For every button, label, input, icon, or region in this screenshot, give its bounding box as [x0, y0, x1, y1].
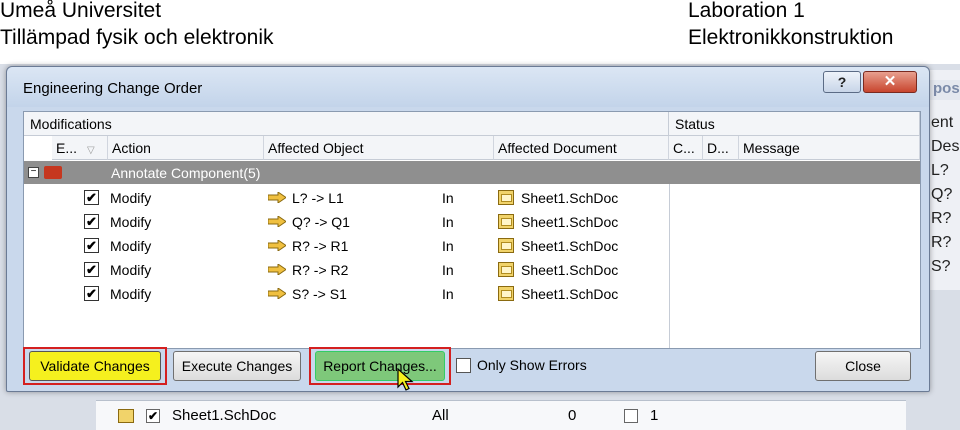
schematic-document-icon [498, 214, 514, 229]
folder-icon [44, 166, 62, 179]
affected-document-cell: Sheet1.SchDoc [521, 262, 619, 278]
background-panel-header: pos [929, 80, 960, 100]
enable-checkbox[interactable]: ✔ [84, 286, 99, 301]
action-cell: Modify [110, 238, 152, 254]
schematic-document-icon [498, 190, 514, 205]
in-label: In [442, 214, 454, 230]
group-header-status: Status [669, 112, 920, 136]
in-label: In [442, 238, 454, 254]
only-show-errors-label[interactable]: Only Show Errors [477, 357, 587, 373]
component-arrow-icon [268, 192, 286, 203]
header-department: Tillämpad fysik och elektronik [0, 26, 274, 49]
header-course: Elektronikkonstruktion [688, 26, 894, 49]
background-count: 0 [568, 407, 577, 424]
validate-changes-button[interactable]: Validate Changes [29, 351, 161, 381]
background-list-item: S? [931, 258, 951, 275]
enable-checkbox[interactable]: ✔ [84, 238, 99, 253]
affected-document-cell: Sheet1.SchDoc [521, 214, 619, 230]
action-cell: Modify [110, 286, 152, 302]
column-header-message[interactable]: Message [739, 136, 920, 160]
background-side-panel: pos ent Desi L? Q? R? R? S? [928, 70, 960, 290]
enable-checkbox[interactable]: ✔ [84, 262, 99, 277]
change-list-panel: Modifications Status E... ▽ Action Affect… [23, 111, 921, 349]
affected-object-cell: Q? -> Q1 [292, 214, 350, 230]
schematic-document-icon [498, 286, 514, 301]
help-button[interactable]: ? [823, 71, 861, 93]
column-header-action[interactable]: Action [108, 136, 264, 160]
in-label: In [442, 190, 454, 206]
report-changes-button[interactable]: Report Changes... [315, 351, 445, 381]
table-row[interactable]: ✔ Modify Q? -> Q1 In Sheet1.SchDoc [24, 210, 920, 234]
table-row[interactable]: ✔ Modify S? -> S1 In Sheet1.SchDoc [24, 282, 920, 306]
collapse-icon[interactable]: − [28, 167, 39, 178]
schematic-document-icon [498, 262, 514, 277]
group-row-label: Annotate Component(5) [111, 165, 261, 181]
background-value: 1 [650, 407, 659, 424]
background-list-item: R? [931, 210, 952, 227]
table-row[interactable]: ✔ Modify L? -> L1 In Sheet1.SchDoc [24, 186, 920, 210]
background-scope: All [432, 407, 449, 424]
sort-icon: ▽ [87, 145, 95, 156]
background-list-item: R? [931, 234, 952, 251]
affected-object-cell: S? -> S1 [292, 286, 347, 302]
document-icon [118, 409, 134, 423]
in-label: In [442, 262, 454, 278]
affected-document-cell: Sheet1.SchDoc [521, 286, 619, 302]
column-header-done[interactable]: D... [703, 136, 739, 160]
header-lab: Laboration 1 [688, 0, 805, 22]
action-cell: Modify [110, 190, 152, 206]
header-university: Umeå Universitet [0, 0, 162, 22]
group-header-modifications: Modifications [24, 112, 669, 136]
dialog-title: Engineering Change Order [23, 80, 203, 97]
column-header-affected-document[interactable]: Affected Document [494, 136, 669, 160]
column-label: E... [56, 140, 78, 156]
column-header-affected-object[interactable]: Affected Object [264, 136, 494, 160]
background-table-row: ✔ Sheet1.SchDoc All 0 1 [96, 400, 906, 430]
affected-document-cell: Sheet1.SchDoc [521, 238, 619, 254]
action-cell: Modify [110, 214, 152, 230]
action-cell: Modify [110, 262, 152, 278]
background-col-header: ent [931, 114, 954, 131]
engineering-change-order-dialog: Engineering Change Order ? ✕ Modificatio… [6, 66, 930, 392]
affected-object-cell: R? -> R1 [292, 238, 349, 254]
dialog-titlebar[interactable]: Engineering Change Order ? ✕ [7, 67, 929, 107]
close-button[interactable]: Close [815, 351, 911, 381]
component-arrow-icon [268, 264, 286, 275]
component-arrow-icon [268, 288, 286, 299]
in-label: In [442, 286, 454, 302]
table-row[interactable]: ✔ Modify R? -> R2 In Sheet1.SchDoc [24, 258, 920, 282]
column-header-enable[interactable]: E... ▽ [52, 136, 108, 160]
affected-object-cell: L? -> L1 [292, 190, 344, 206]
enable-checkbox[interactable]: ✔ [84, 190, 99, 205]
affected-object-cell: R? -> R2 [292, 262, 349, 278]
only-show-errors-checkbox[interactable] [456, 358, 471, 373]
annotate-component-group-row[interactable]: − Annotate Component(5) [24, 161, 920, 184]
mouse-pointer-icon [397, 368, 414, 391]
schematic-document-icon [498, 238, 514, 253]
component-arrow-icon [268, 240, 286, 251]
background-list-item: Q? [931, 186, 953, 203]
background-document-name: Sheet1.SchDoc [172, 407, 277, 424]
background-list-item: L? [931, 162, 949, 179]
execute-changes-button[interactable]: Execute Changes [173, 351, 301, 381]
enable-checkbox[interactable]: ✔ [84, 214, 99, 229]
component-arrow-icon [268, 216, 286, 227]
close-window-button[interactable]: ✕ [863, 71, 917, 93]
affected-document-cell: Sheet1.SchDoc [521, 190, 619, 206]
background-checkbox[interactable] [624, 409, 638, 423]
table-row[interactable]: ✔ Modify R? -> R1 In Sheet1.SchDoc [24, 234, 920, 258]
background-checkbox[interactable]: ✔ [146, 409, 160, 423]
column-header-check[interactable]: C... [669, 136, 703, 160]
background-col-header: Desi [931, 138, 960, 155]
